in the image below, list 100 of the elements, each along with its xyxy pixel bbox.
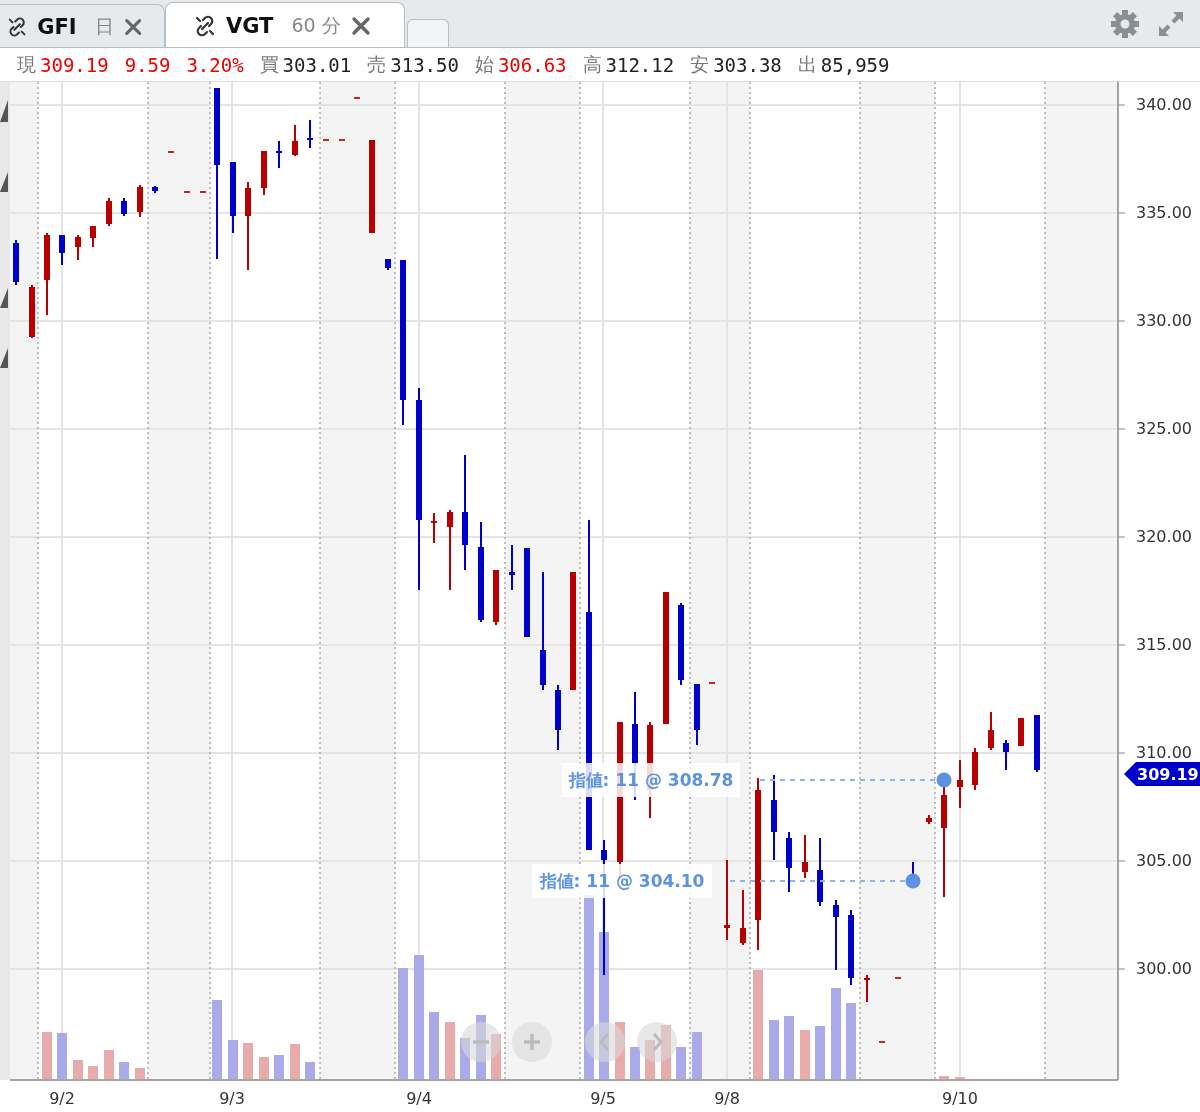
- candlestick: [106, 198, 112, 226]
- date-label: 9/3: [219, 1089, 245, 1108]
- quote-value: 3.20%: [186, 53, 244, 76]
- zoom-in-button[interactable]: [512, 1022, 552, 1062]
- volume-bar: [645, 1040, 655, 1079]
- volume-bar: [661, 1025, 671, 1079]
- volume-bar: [429, 1012, 439, 1079]
- quote-value: 312.12: [605, 53, 675, 76]
- price-tick-label: 320.00: [1136, 527, 1192, 546]
- volume-bar: [290, 1044, 300, 1079]
- candlestick: [339, 139, 345, 141]
- candlestick: [1018, 718, 1024, 746]
- volume-bar: [476, 1015, 486, 1079]
- close-icon[interactable]: [350, 15, 371, 36]
- order-line[interactable]: [729, 873, 921, 889]
- candlestick: [879, 1041, 885, 1043]
- candlestick: [802, 835, 808, 878]
- candlestick: [292, 125, 298, 156]
- volume-bar: [460, 1038, 470, 1079]
- price-tick-label: 335.00: [1136, 203, 1192, 222]
- volume-bar: [939, 1076, 949, 1079]
- quote-label: 出: [797, 51, 817, 77]
- quote-label: 安: [690, 51, 710, 77]
- price-tick-label: 310.00: [1136, 743, 1192, 762]
- chart-tab[interactable]: GFI 日: [0, 4, 165, 47]
- candlestick: [740, 890, 746, 945]
- quote-label: 売: [367, 51, 387, 77]
- price-tick-label: 330.00: [1136, 311, 1192, 330]
- candlestick: [895, 977, 901, 979]
- volume-bar: [491, 1034, 501, 1079]
- quote-value: 306.63: [497, 53, 567, 76]
- price-tick-label: 300.00: [1136, 959, 1192, 978]
- date-label: 9/8: [714, 1089, 740, 1108]
- quote-value: 313.50: [390, 53, 459, 76]
- volume-bar: [800, 1030, 810, 1079]
- volume-bar: [228, 1040, 238, 1079]
- settings-icon[interactable]: [1110, 8, 1140, 39]
- quote-label: 買: [259, 51, 279, 77]
- price-tick-label: 315.00: [1136, 635, 1192, 654]
- date-label: 9/2: [49, 1089, 75, 1108]
- drawing-tool-icon[interactable]: [0, 288, 8, 308]
- volume-bar: [88, 1066, 98, 1079]
- quote-value: 309.19: [40, 53, 109, 76]
- volume-bar: [630, 1047, 640, 1079]
- volume-bar: [445, 1022, 455, 1079]
- volume-bar: [259, 1057, 269, 1079]
- quote-value: 85,959: [820, 53, 890, 76]
- candlestick: [555, 685, 561, 750]
- candlestick: [694, 684, 700, 745]
- candlestick: [354, 97, 360, 99]
- volume-bar: [615, 1022, 625, 1079]
- quote-label: 現: [17, 51, 36, 77]
- volume-bar: [73, 1060, 83, 1079]
- candlestick: [13, 240, 19, 285]
- candlestick: [323, 139, 329, 141]
- candlestick: [926, 815, 932, 824]
- volume-bar: [104, 1050, 114, 1079]
- volume-bar: [135, 1068, 145, 1079]
- quote-value: 9.59: [124, 53, 171, 76]
- drawing-tool-icon[interactable]: [0, 100, 8, 122]
- candlestick: [200, 191, 206, 193]
- volume-bar: [676, 1047, 686, 1079]
- price-tick-label: 305.00: [1136, 851, 1192, 870]
- zoom-out-button[interactable]: [461, 1022, 501, 1062]
- candlestick: [168, 151, 174, 153]
- link-icon: [194, 14, 216, 37]
- order-label: 指値: 11 @ 308.78: [562, 763, 740, 797]
- order-label: 指値: 11 @ 304.10: [532, 864, 712, 898]
- drawing-tool-icon[interactable]: [0, 172, 8, 192]
- candlestick: [864, 975, 870, 1002]
- quote-value: 303.01: [282, 53, 352, 76]
- date-label: 9/10: [942, 1089, 978, 1108]
- volume-bar: [57, 1033, 67, 1079]
- candlestick: [709, 682, 715, 684]
- price-tick-label: 325.00: [1136, 419, 1192, 438]
- close-icon[interactable]: [123, 16, 142, 37]
- candlestick: [1034, 715, 1040, 772]
- quote-label: 高: [582, 51, 602, 77]
- candlestick: [1003, 740, 1009, 770]
- candlestick: [59, 235, 65, 265]
- candlestick: [152, 186, 158, 193]
- candlestick: [261, 151, 267, 195]
- volume-bar: [692, 1032, 702, 1079]
- chart-tab[interactable]: VGT 60 分: [165, 2, 405, 47]
- link-icon: [7, 15, 28, 38]
- volume-bar: [784, 1016, 794, 1079]
- volume-bar: [119, 1062, 129, 1079]
- quote-value: 303.38: [713, 53, 782, 76]
- last-price-tag: 309.19: [1124, 762, 1200, 786]
- candlestick: [75, 235, 81, 260]
- date-label: 9/4: [406, 1089, 432, 1108]
- scroll-right-button[interactable]: [637, 1022, 677, 1062]
- new-tab-button[interactable]: [407, 19, 449, 47]
- scroll-left-button[interactable]: [585, 1022, 625, 1062]
- candlestick: [184, 191, 190, 193]
- candlestick: [90, 226, 96, 247]
- drawing-tool-icon[interactable]: [0, 348, 8, 368]
- candlestick: [121, 198, 127, 216]
- candlestick: [29, 285, 35, 338]
- candlestick: [137, 185, 143, 217]
